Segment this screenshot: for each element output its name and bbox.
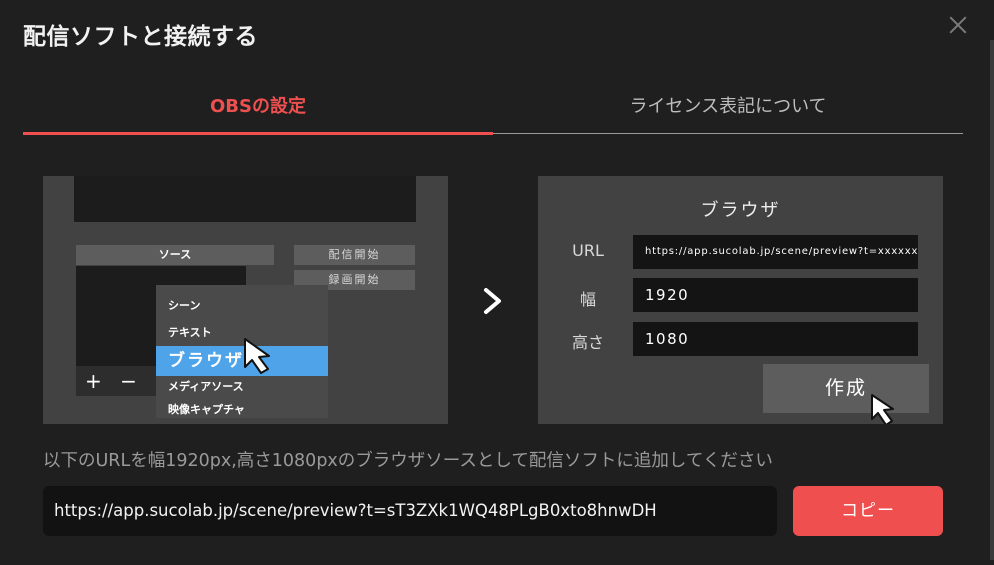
scene-url-field[interactable]: https://app.sucolab.jp/scene/preview?t=s… bbox=[43, 486, 777, 536]
browser-url-field: https://app.sucolab.jp/scene/preview?t=x… bbox=[633, 235, 918, 269]
mouse-cursor-icon bbox=[871, 394, 894, 424]
obs-add-remove-icons: + − bbox=[85, 369, 143, 393]
chevron-right-icon bbox=[484, 288, 501, 314]
menu-item-scene: シーン bbox=[168, 299, 201, 312]
tab-active-indicator bbox=[23, 132, 493, 135]
obs-illustration: ソース + − 配信開始 録画開始 シーン テキスト ブラウザ メディアソース … bbox=[43, 176, 448, 424]
browser-source-illustration: ブラウザ URL https://app.sucolab.jp/scene/pr… bbox=[538, 176, 943, 424]
dialog-title: 配信ソフトと接続する bbox=[23, 24, 258, 50]
tab-obs-settings[interactable]: OBSの設定 bbox=[23, 80, 493, 133]
width-label: 幅 bbox=[579, 290, 596, 309]
obs-start-streaming-button: 配信開始 bbox=[294, 245, 415, 265]
url-label: URL bbox=[572, 241, 604, 260]
tab-license[interactable]: ライセンス表記について bbox=[493, 80, 963, 133]
copy-button[interactable]: コピー bbox=[793, 486, 943, 536]
menu-item-video-capture: 映像キャプチャ bbox=[168, 403, 245, 416]
mouse-cursor-icon bbox=[244, 338, 270, 374]
browser-width-field: 1920 bbox=[633, 278, 918, 312]
browser-source-title: ブラウザ bbox=[700, 200, 781, 221]
height-label: 高さ bbox=[571, 333, 604, 352]
close-icon[interactable] bbox=[946, 13, 970, 37]
scrollbar[interactable] bbox=[990, 40, 994, 560]
obs-sources-header: ソース bbox=[76, 245, 274, 265]
browser-height-field: 1080 bbox=[633, 322, 918, 356]
tab-bar: OBSの設定 ライセンス表記について bbox=[23, 80, 963, 135]
instruction-text: 以下のURLを幅1920px,高さ1080pxのブラウザソースとして配信ソフトに… bbox=[43, 451, 773, 471]
obs-preview-area bbox=[74, 176, 416, 222]
connect-dialog: 配信ソフトと接続する OBSの設定 ライセンス表記について ソース + − 配信… bbox=[0, 0, 994, 565]
